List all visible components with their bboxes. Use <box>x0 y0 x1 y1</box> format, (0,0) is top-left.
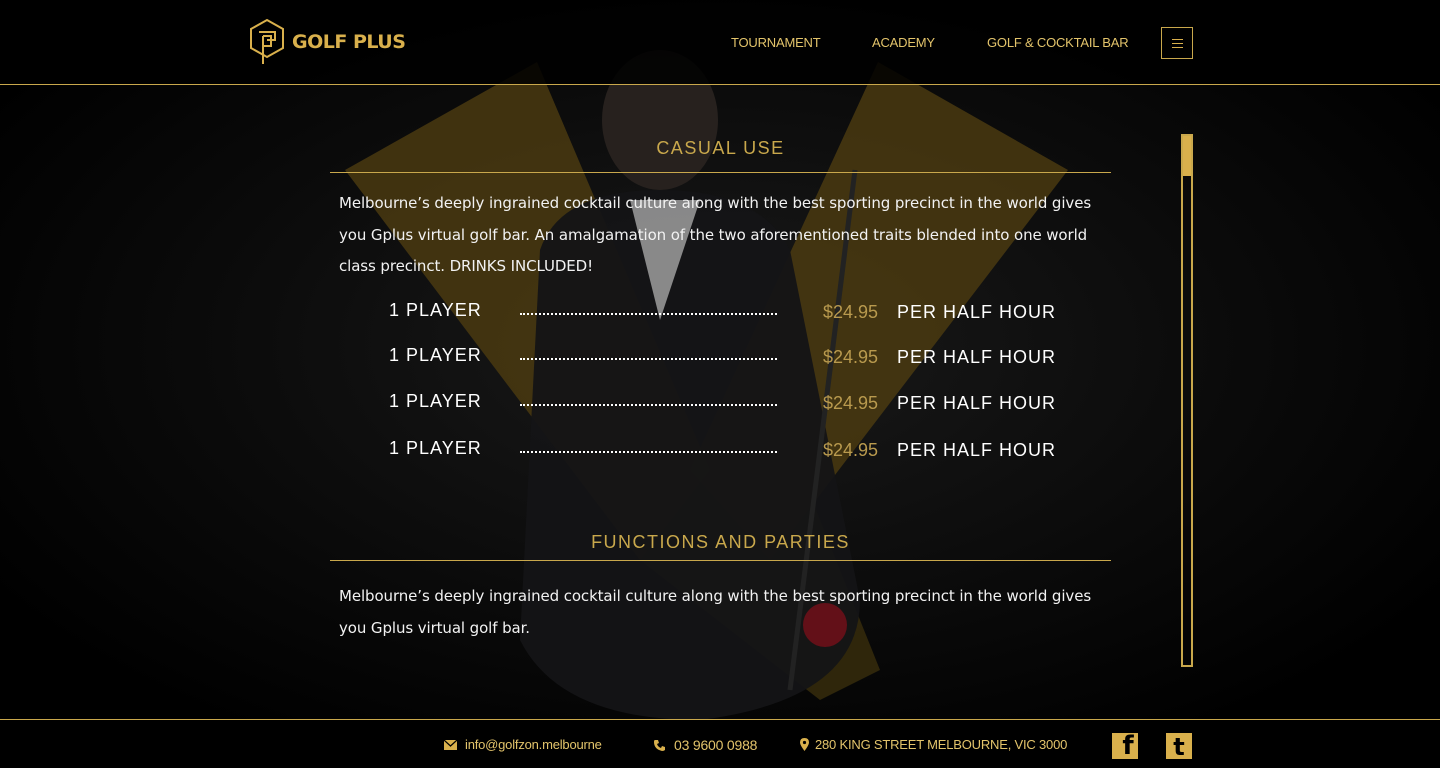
price-label: 1 PLAYER <box>389 300 482 320</box>
hamburger-menu-button[interactable] <box>1161 27 1193 59</box>
price-label: 1 PLAYER <box>389 438 482 458</box>
section-divider <box>330 560 1111 561</box>
footer-phone-text: 03 9600 0988 <box>674 737 758 753</box>
facebook-link[interactable]: f <box>1112 733 1138 759</box>
location-pin-icon <box>800 738 809 751</box>
twitter-link[interactable]: t <box>1166 733 1192 759</box>
price-row: 1 PLAYER $24.95 PER HALF HOUR <box>389 438 1059 468</box>
price-value: $24.95 <box>823 440 879 460</box>
nav-tournament[interactable]: TOURNAMENT <box>731 35 821 50</box>
section-divider <box>330 172 1111 173</box>
nav-golf-cocktail-bar[interactable]: GOLF & COCKTAIL BAR <box>987 35 1129 50</box>
footer-address: 280 KING STREET MELBOURNE, VIC 3000 <box>800 737 1067 752</box>
envelope-icon <box>444 739 457 750</box>
hero-background <box>0 0 1440 768</box>
facebook-icon: f <box>1122 733 1134 759</box>
price-unit: PER HALF HOUR <box>897 440 1057 460</box>
hamburger-line <box>1171 46 1183 48</box>
section-description-functions-parties: Melbourne’s deeply ingrained cocktail cu… <box>339 587 1092 637</box>
phone-icon <box>653 739 666 752</box>
content-scrollbar[interactable] <box>1181 134 1193 667</box>
price-label: 1 PLAYER <box>389 345 482 365</box>
dotted-leader <box>520 313 777 315</box>
footer-email-text: info@golfzon.melbourne <box>465 737 602 752</box>
footer-phone[interactable]: 03 9600 0988 <box>653 737 757 753</box>
site-footer: info@golfzon.melbourne 03 9600 0988 280 … <box>0 719 1440 768</box>
price-row: 1 PLAYER $24.95 PER HALF HOUR <box>389 300 1059 330</box>
section-description-casual-use: Melbourne’s deeply ingrained cocktail cu… <box>339 194 1092 275</box>
price-value: $24.95 <box>823 347 879 367</box>
site-header: GOLF PLUS TOURNAMENT ACADEMY GOLF & COCK… <box>0 0 1440 85</box>
price-label: 1 PLAYER <box>389 391 482 411</box>
brand-logo[interactable]: GOLF PLUS <box>248 18 406 66</box>
scrollbar-thumb[interactable] <box>1183 136 1191 176</box>
hamburger-line <box>1171 38 1183 40</box>
section-title-casual-use: CASUAL USE <box>656 138 785 158</box>
twitter-icon: t <box>1173 733 1185 759</box>
nav-academy[interactable]: ACADEMY <box>872 35 935 50</box>
price-unit: PER HALF HOUR <box>897 302 1057 322</box>
price-value: $24.95 <box>823 393 879 413</box>
background-illustration <box>0 0 1440 768</box>
hamburger-line <box>1171 42 1183 44</box>
price-row: 1 PLAYER $24.95 PER HALF HOUR <box>389 345 1059 375</box>
footer-email[interactable]: info@golfzon.melbourne <box>444 737 602 752</box>
price-row: 1 PLAYER $24.95 PER HALF HOUR <box>389 391 1059 421</box>
golf-plus-logo-icon <box>250 18 284 64</box>
dotted-leader <box>520 404 777 406</box>
brand-name: GOLF PLUS <box>292 31 406 53</box>
price-unit: PER HALF HOUR <box>897 393 1057 413</box>
section-title-functions-parties: FUNCTIONS AND PARTIES <box>591 532 850 552</box>
dotted-leader <box>520 358 777 360</box>
footer-address-text: 280 KING STREET MELBOURNE, VIC 3000 <box>815 737 1068 752</box>
dotted-leader <box>520 451 777 453</box>
price-value: $24.95 <box>823 302 879 322</box>
price-unit: PER HALF HOUR <box>897 347 1057 367</box>
